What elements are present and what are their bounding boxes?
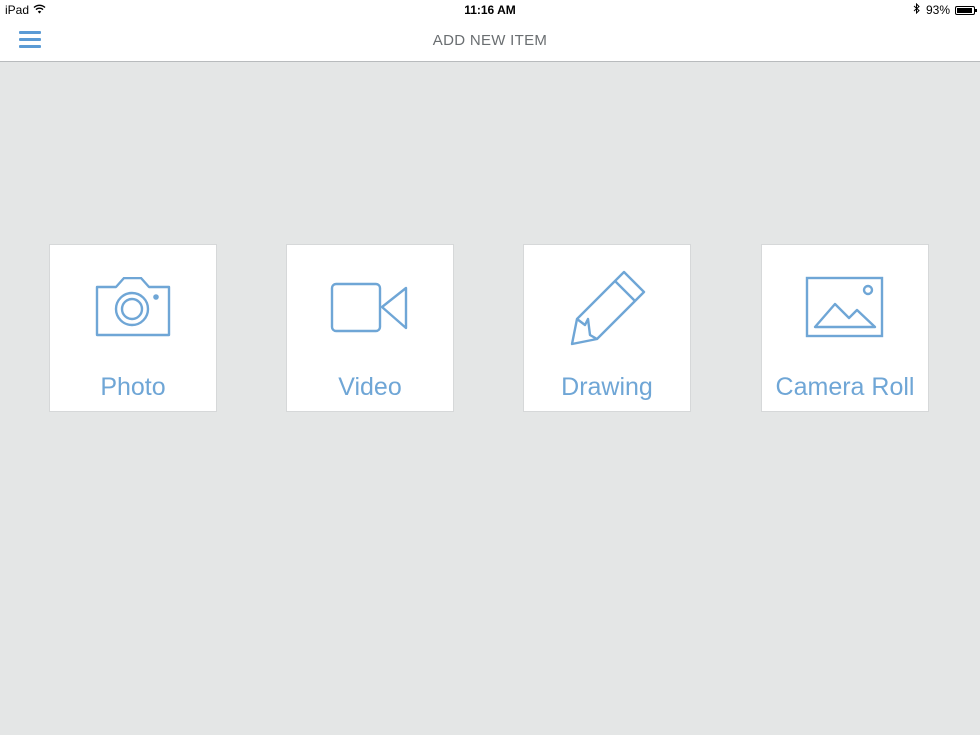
battery-percent: 93% — [925, 3, 950, 17]
image-icon — [762, 267, 928, 349]
status-right: 93% — [913, 2, 977, 17]
video-camera-icon — [287, 267, 453, 349]
battery-fill — [957, 7, 972, 13]
top-bar: iPad 11:16 AM 93% ADD NEW ITEM — [0, 0, 980, 62]
navigation-bar: ADD NEW ITEM — [0, 20, 980, 61]
page-title: ADD NEW ITEM — [432, 32, 548, 49]
status-time: 11:16 AM — [464, 3, 516, 17]
battery-icon — [955, 5, 977, 15]
pencil-icon — [524, 267, 690, 349]
photo-button[interactable]: Photo — [49, 244, 217, 412]
status-bar: iPad 11:16 AM 93% — [0, 0, 980, 20]
video-button[interactable]: Video — [286, 244, 454, 412]
drawing-button[interactable]: Drawing — [523, 244, 691, 412]
camera-icon — [50, 267, 216, 349]
drawing-label: Drawing — [561, 373, 653, 401]
video-label: Video — [338, 373, 402, 401]
camera-roll-label: Camera Roll — [775, 373, 915, 401]
camera-roll-button[interactable]: Camera Roll — [761, 244, 929, 412]
photo-label: Photo — [100, 373, 166, 401]
bluetooth-icon — [913, 2, 921, 17]
